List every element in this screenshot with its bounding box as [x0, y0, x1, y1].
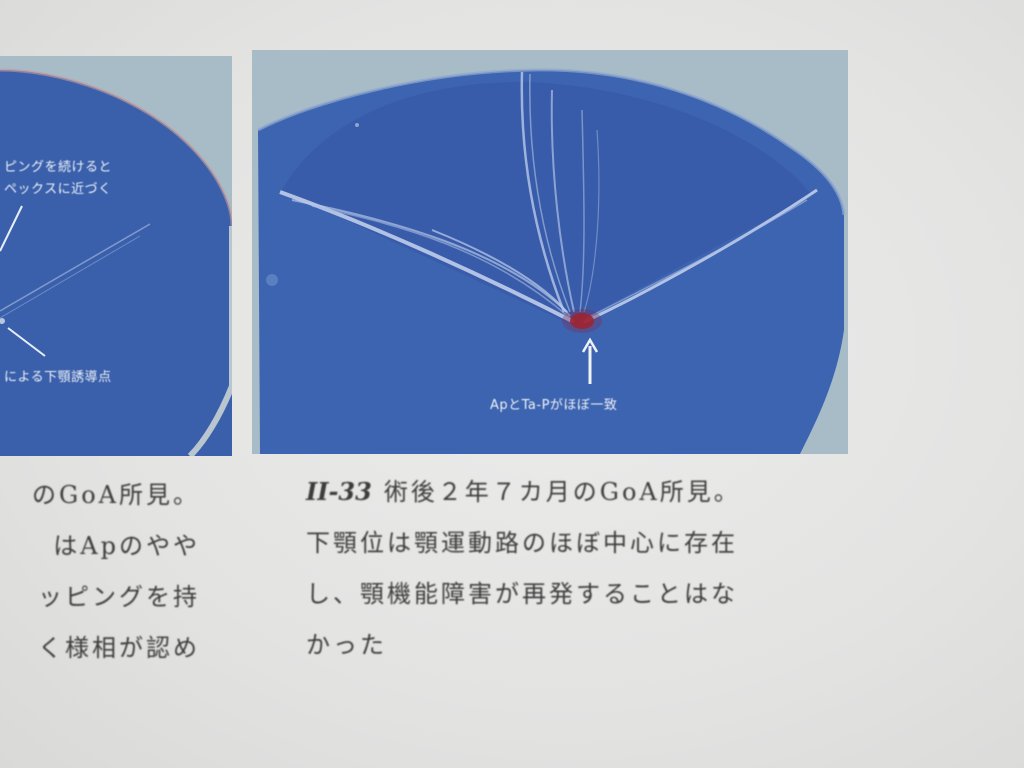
figure-caption-right: II-33 術後２年７カ月のGoA所見。 下顎位は顎運動路のほぼ中心に存在 し、顎…: [306, 466, 836, 671]
figure-number: II-33: [306, 477, 372, 506]
tracing-image-left: [0, 68, 232, 456]
gothic-arch-tracing-figure-right: ApとTa-Pがほぼ一致: [252, 50, 848, 454]
figure-label: による下顎誘導点: [4, 370, 112, 385]
apex-annotation-label: ApとTa-Pがほぼ一致: [490, 398, 618, 413]
caption-line: はApのやや: [53, 532, 200, 560]
caption-line: 下顎位は顎運動路のほぼ中心に存在: [306, 529, 738, 557]
figure-label: ペックスに近づく: [4, 182, 112, 197]
caption-first-line: II-33 術後２年７カ月のGoA所見。: [306, 466, 836, 518]
figure-caption-left: のGoA所見。 はApのやや ッピングを持 く様相が認め: [0, 470, 200, 674]
caption-line: し、顎機能障害が再発することはな: [306, 580, 738, 608]
gothic-arch-tracing-figure-left: ピングを続けると ペックスに近づく による下顎誘導点: [0, 56, 232, 456]
caption-line: ッピングを持: [38, 583, 200, 611]
caption-line: く様相が認め: [38, 634, 200, 662]
caption-line: のGoA所見。: [32, 481, 200, 509]
caption-line: 術後２年７カ月のGoA所見。: [383, 478, 741, 506]
book-page: ピングを続けると ペックスに近づく による下顎誘導点 ApとTa-Pがほぼ一致 …: [0, 0, 1024, 768]
figure-label: ピングを続けると: [4, 160, 113, 175]
caption-line: かった: [306, 631, 387, 659]
